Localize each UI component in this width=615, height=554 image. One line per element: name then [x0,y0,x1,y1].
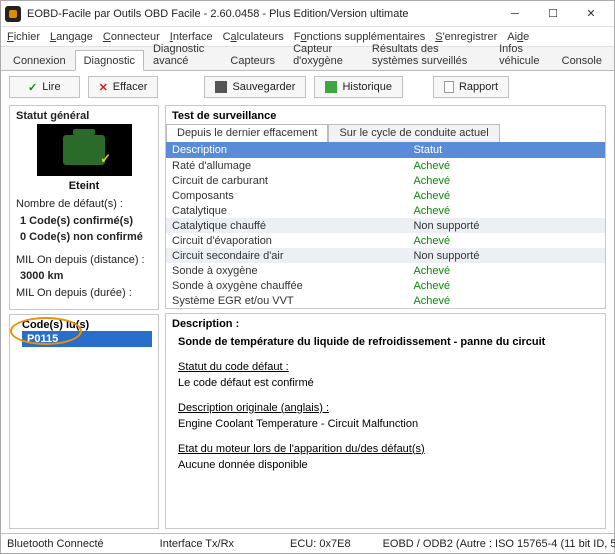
test-row-status: Achevé [407,233,605,248]
test-row-status: Non supporté [407,248,605,263]
codes-title: Code(s) lu(s) [22,319,152,331]
tab-oxygene[interactable]: Capteur d'oxygène [284,38,363,70]
status-proto: EOBD / ODB2 (Autre : ISO 15765-4 (11 bit… [383,538,615,550]
status-bluetooth: Bluetooth Connecté [7,538,104,550]
status-iface: Interface Tx/Rx [160,538,234,550]
test-row-status: Achevé [407,278,605,293]
menu-file[interactable]: Fichier [7,31,40,43]
test-row-status: Achevé [407,188,605,203]
menu-calc[interactable]: Calculateurs [223,31,284,43]
doc-icon [444,81,454,93]
titlebar: EOBD-Facile par Outils OBD Facile - 2.60… [1,1,614,27]
tab-console[interactable]: Console [553,50,611,70]
maximize-button[interactable]: ☐ [534,2,572,26]
test-table: Description Statut Raté d'allumageAchevé… [166,142,605,308]
test-row-status: Non supporté [407,218,605,233]
description-panel: Description : Sonde de température du li… [165,313,606,529]
codes-panel: Code(s) lu(s) P0115 [9,314,159,529]
close-button[interactable]: ✕ [572,2,610,26]
test-row-desc: Circuit d'évaporation [166,233,407,248]
app-window: EOBD-Facile par Outils OBD Facile - 2.60… [0,0,615,554]
confirmed-codes: 1 Code(s) confirmé(s) [20,213,152,230]
engine-icon [63,135,105,165]
desc-title: Description : [172,318,599,330]
subtab-current-cycle[interactable]: Sur le cycle de conduite actuel [328,124,499,142]
th-description[interactable]: Description [166,142,407,158]
read-button[interactable]: ✓Lire [9,76,80,98]
test-row-status: Achevé [407,293,605,308]
test-row-desc: Sonde à oxygène [166,263,407,278]
menu-lang[interactable]: Langage [50,31,93,43]
test-row-status: Achevé [407,173,605,188]
app-icon [5,6,21,22]
engine-state: Eteint [16,180,152,192]
status-title: Statut général [16,110,152,122]
engine-indicator [37,124,132,176]
status-panel: Statut général Eteint Nombre de défaut(s… [9,105,159,310]
book-icon [325,81,337,93]
check-icon: ✓ [28,81,37,94]
test-row-desc: Circuit secondaire d'air [166,248,407,263]
etat-label: Etat du moteur lors de l'apparition du/d… [178,441,593,458]
mil-dist-label: MIL On depuis (distance) : [16,252,152,269]
tab-diagnostic[interactable]: Diagnostic [75,50,144,71]
unconfirmed-codes: 0 Code(s) non confirmé [20,229,152,246]
orig-value: Engine Coolant Temperature - Circuit Mal… [178,416,593,433]
window-title: EOBD-Facile par Outils OBD Facile - 2.60… [27,8,496,20]
tab-infos[interactable]: Infos véhicule [490,38,553,70]
test-row-desc: Circuit de carburant [166,173,407,188]
desc-headline: Sonde de température du liquide de refro… [178,334,593,351]
test-row-status: Achevé [407,263,605,278]
test-row-desc: Catalytique [166,203,407,218]
mil-dur-label: MIL On depuis (durée) : [16,285,152,302]
stat-code-value: Le code défaut est confirmé [178,375,593,392]
tab-capteurs[interactable]: Capteurs [221,50,284,70]
test-panel: Test de surveillance Depuis le dernier e… [165,105,606,309]
test-row-status: Achevé [407,203,605,218]
stat-code-label: Statut du code défaut : [178,359,593,376]
test-row-desc: Catalytique chauffé [166,218,407,233]
history-button[interactable]: Historique [314,76,403,98]
test-row-desc: Sonde à oxygène chauffée [166,278,407,293]
main-tabbar: Connexion Diagnostic Diagnostic avancé C… [1,47,614,71]
fault-count-label: Nombre de défaut(s) : [16,196,152,213]
tab-connexion[interactable]: Connexion [4,50,75,70]
tab-resultats[interactable]: Résultats des systèmes surveillés [363,38,490,70]
th-status[interactable]: Statut [407,142,605,158]
subtab-since-clear[interactable]: Depuis le dernier effacement [166,124,328,142]
code-item[interactable]: P0115 [22,331,152,347]
status-ecu: ECU: 0x7E8 [290,538,351,550]
save-button[interactable]: Sauvegarder [204,76,306,98]
test-title: Test de surveillance [166,110,605,122]
test-row-desc: Raté d'allumage [166,158,407,173]
toolbar: ✓Lire ✕Effacer Sauvegarder Historique Ra… [1,71,614,103]
save-icon [215,81,227,93]
mil-dist-value: 3000 km [20,268,152,285]
statusbar: Bluetooth Connecté Interface Tx/Rx ECU: … [1,533,614,553]
tab-diag-avance[interactable]: Diagnostic avancé [144,38,221,70]
report-button[interactable]: Rapport [433,76,509,98]
orig-label: Description originale (anglais) : [178,400,593,417]
x-icon: ✕ [99,81,108,94]
erase-button[interactable]: ✕Effacer [88,76,159,98]
etat-value: Aucune donnée disponible [178,457,593,474]
test-row-desc: Système EGR et/ou VVT [166,293,407,308]
minimize-button[interactable]: ─ [496,2,534,26]
test-row-desc: Composants [166,188,407,203]
test-row-status: Achevé [407,158,605,173]
